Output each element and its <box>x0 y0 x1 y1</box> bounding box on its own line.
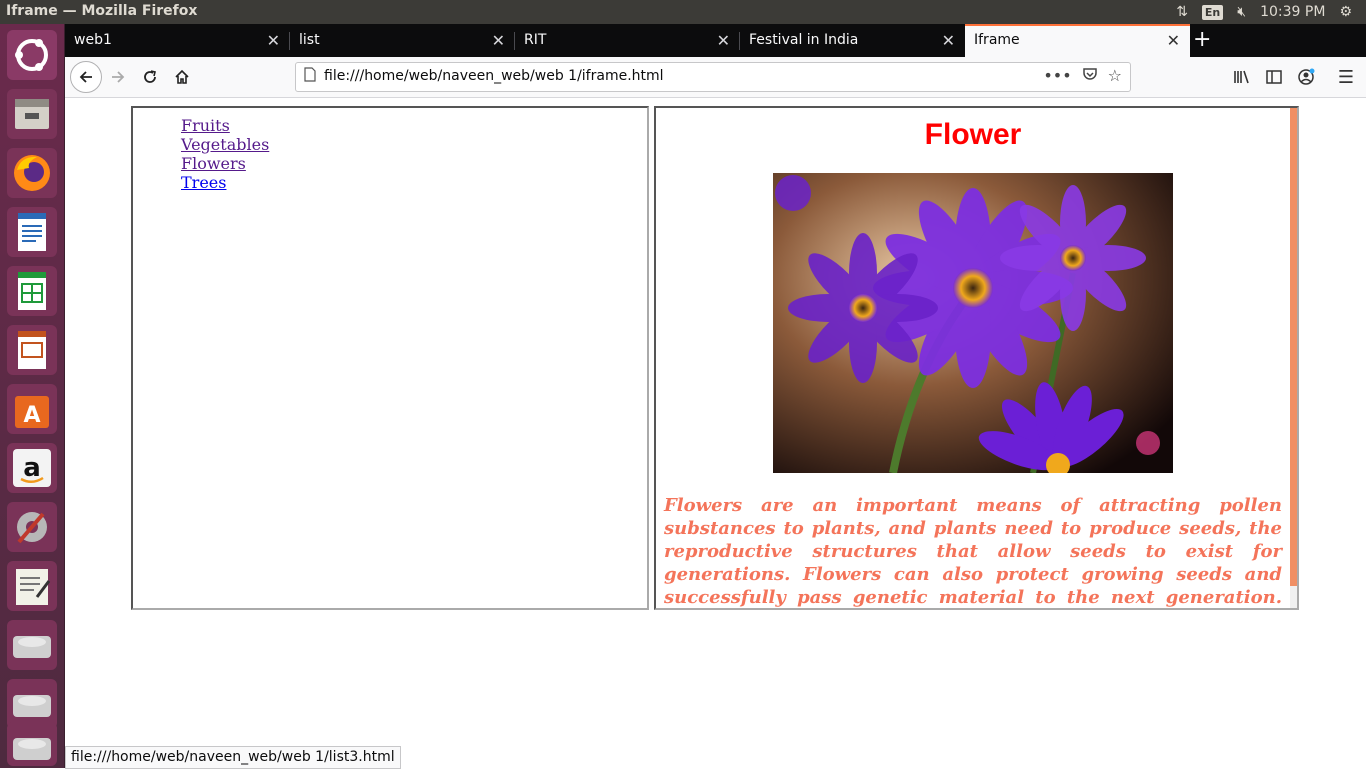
close-icon[interactable]: ✕ <box>942 31 955 50</box>
pocket-icon[interactable] <box>1082 66 1098 86</box>
tab-label: web1 <box>74 32 112 48</box>
flower-image <box>773 173 1173 473</box>
list-item: Vegetables <box>181 135 647 154</box>
top-panel: Iframe — Mozilla Firefox ⇅ En 🔇︎ 10:39 P… <box>0 0 1366 24</box>
close-icon[interactable]: ✕ <box>717 31 730 50</box>
disk-icon[interactable] <box>7 722 57 766</box>
back-arrow-icon[interactable] <box>70 61 102 93</box>
amazon-icon[interactable]: a <box>7 443 57 493</box>
close-icon[interactable]: ✕ <box>267 31 280 50</box>
firefox-icon[interactable] <box>7 148 57 198</box>
link-list: Fruits Vegetables Flowers Trees <box>133 108 647 192</box>
tab-label: RIT <box>524 32 547 48</box>
forward-arrow-icon[interactable] <box>104 63 132 91</box>
library-icon[interactable] <box>1228 63 1256 91</box>
list-item: Trees <box>181 173 647 192</box>
unity-launcher: A a <box>0 24 65 768</box>
link-trees[interactable]: Trees <box>181 173 226 192</box>
page-icon <box>304 67 316 86</box>
software-center-icon[interactable]: A <box>7 384 57 434</box>
bookmark-star-icon[interactable]: ☆ <box>1108 66 1122 86</box>
new-tab-plus-icon[interactable]: + <box>1193 27 1211 52</box>
tab-festival-in-india[interactable]: Festival in India ✕ <box>740 24 965 57</box>
text-editor-icon[interactable] <box>7 561 57 611</box>
url-text[interactable]: file:///home/web/naveen_web/web 1/iframe… <box>324 68 664 84</box>
svg-text:A: A <box>23 403 40 428</box>
page-content: Fruits Vegetables Flowers Trees Flower F… <box>65 98 1366 768</box>
sidebar-icon[interactable] <box>1260 63 1288 91</box>
calc-icon[interactable] <box>7 266 57 316</box>
status-bar-link-preview: file:///home/web/naveen_web/web 1/list3.… <box>65 746 401 769</box>
tab-label: Festival in India <box>749 32 859 48</box>
page-actions-icon[interactable]: ••• <box>1043 66 1071 86</box>
scrollbar-thumb[interactable] <box>1290 108 1297 586</box>
tab-web1[interactable]: web1 ✕ <box>65 24 290 57</box>
disk-icon[interactable] <box>7 620 57 670</box>
ubuntu-icon[interactable] <box>7 30 57 80</box>
clock[interactable]: 10:39 PM <box>1260 4 1325 20</box>
tab-list[interactable]: list ✕ <box>290 24 515 57</box>
right-iframe[interactable]: Flower Flowers are an important means of… <box>654 106 1299 610</box>
page-heading: Flower <box>924 118 1022 151</box>
list-item: Flowers <box>181 154 647 173</box>
close-icon[interactable]: ✕ <box>492 31 505 50</box>
left-iframe[interactable]: Fruits Vegetables Flowers Trees <box>131 106 649 610</box>
list-item: Fruits <box>181 116 647 135</box>
volume-icon[interactable]: 🔇︎ <box>1237 4 1246 20</box>
files-icon[interactable] <box>7 89 57 139</box>
close-icon[interactable]: ✕ <box>1167 31 1180 50</box>
link-flowers[interactable]: Flowers <box>181 154 246 173</box>
tab-strip: web1 ✕ list ✕ RIT ✕ Festival in India ✕ … <box>65 24 1366 57</box>
iframe-scrollbar[interactable] <box>1290 108 1297 608</box>
system-tray: ⇅ En 🔇︎ 10:39 PM ⚙ <box>1176 0 1366 24</box>
reload-icon[interactable] <box>136 63 164 91</box>
navigation-toolbar: file:///home/web/naveen_web/web 1/iframe… <box>65 57 1366 98</box>
writer-icon[interactable] <box>7 207 57 257</box>
impress-icon[interactable] <box>7 325 57 375</box>
account-icon[interactable] <box>1292 63 1320 91</box>
svg-text:a: a <box>23 453 41 483</box>
link-vegetables[interactable]: Vegetables <box>181 135 269 154</box>
menu-hamburger-icon[interactable]: ☰ <box>1332 63 1360 91</box>
window-title: Iframe — Mozilla Firefox <box>6 3 198 19</box>
flower-description: Flowers are an important means of attrac… <box>664 495 1282 608</box>
home-icon[interactable] <box>168 63 196 91</box>
tab-iframe[interactable]: Iframe ✕ <box>965 24 1190 57</box>
keyboard-indicator[interactable]: En <box>1201 4 1224 20</box>
address-bar[interactable]: file:///home/web/naveen_web/web 1/iframe… <box>295 62 1131 92</box>
tab-rit[interactable]: RIT ✕ <box>515 24 740 57</box>
system-settings-icon[interactable] <box>7 502 57 552</box>
tab-label: Iframe <box>974 32 1020 48</box>
power-gear-icon[interactable]: ⚙ <box>1339 4 1352 20</box>
link-fruits[interactable]: Fruits <box>181 116 230 135</box>
tab-label: list <box>299 32 320 48</box>
network-icon[interactable]: ⇅ <box>1176 4 1188 20</box>
